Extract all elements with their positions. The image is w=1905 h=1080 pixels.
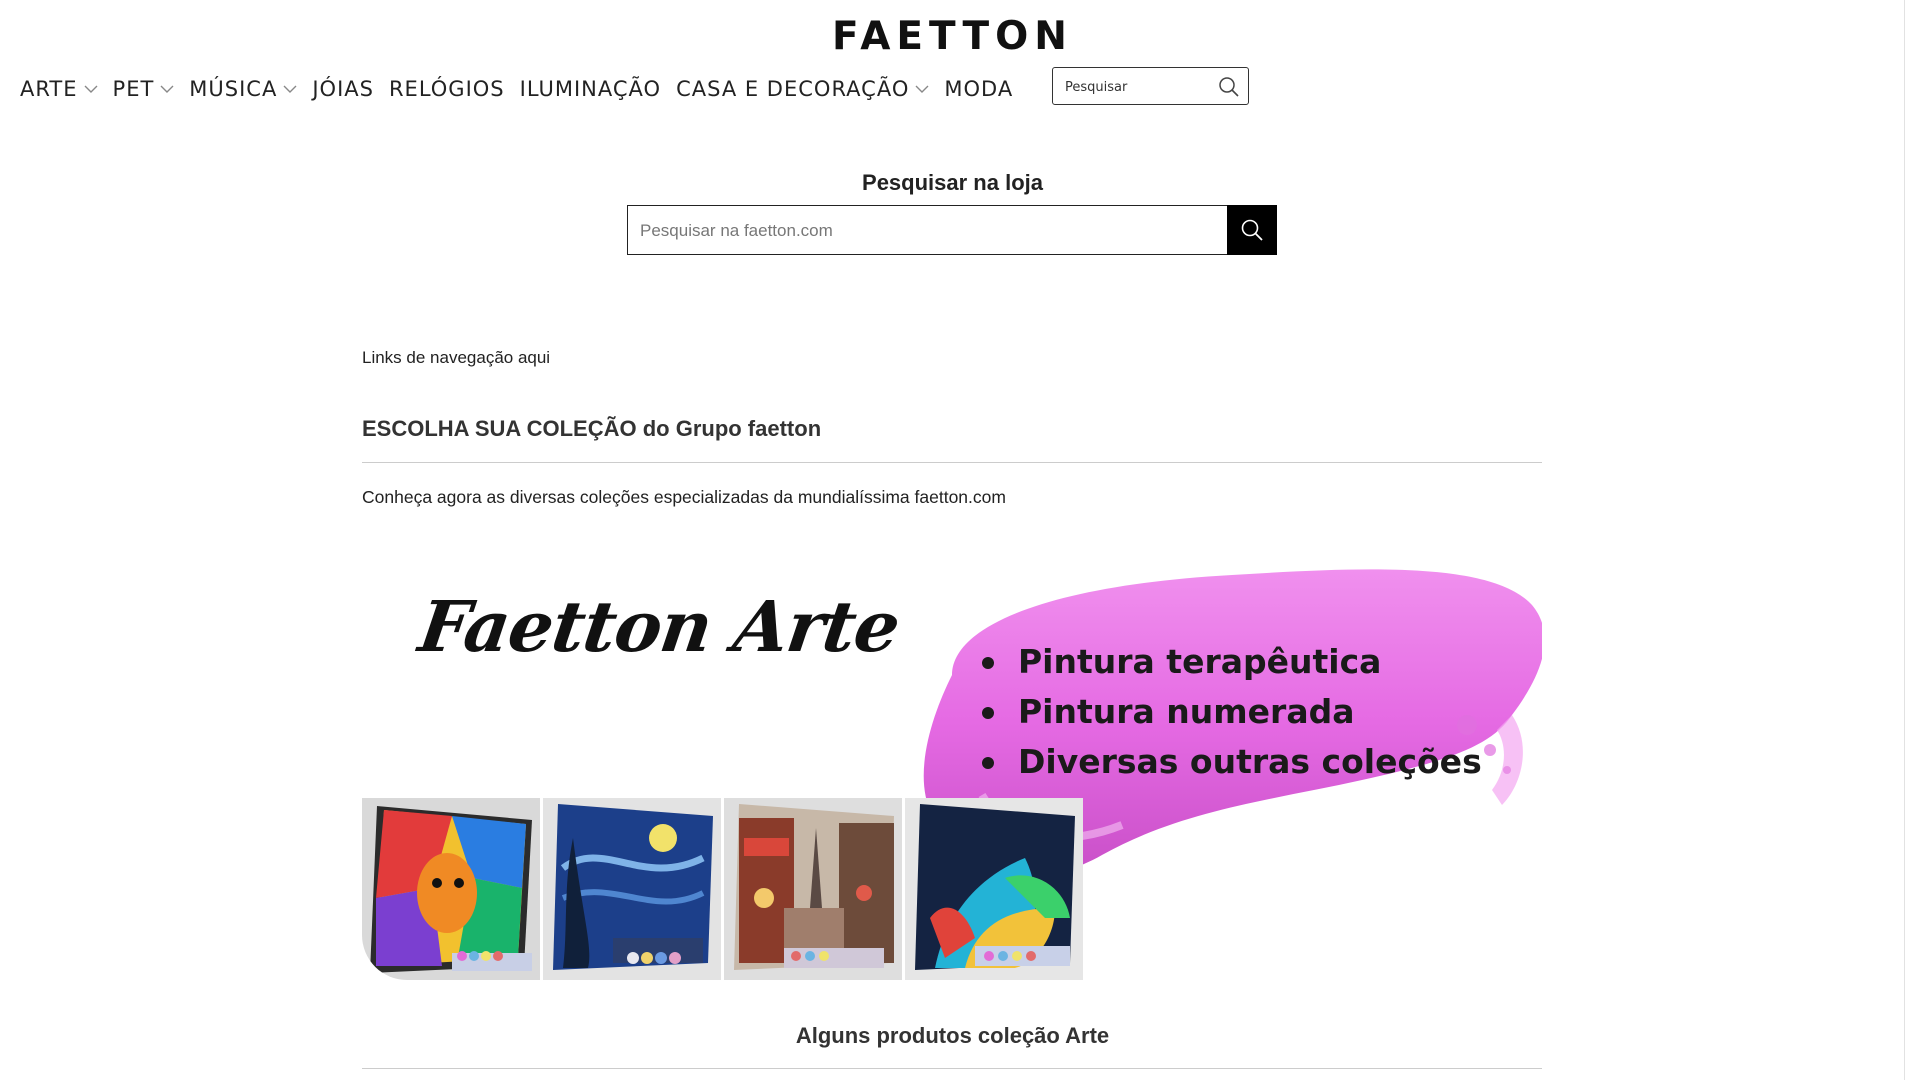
- nav-item-relogios[interactable]: RELÓGIOS: [389, 77, 505, 101]
- nav-item-label: MÚSICA: [189, 77, 278, 101]
- nav-item-arte[interactable]: ARTE: [20, 77, 98, 101]
- nav-item-iluminacao[interactable]: ILUMINAÇÃO: [520, 77, 661, 101]
- search-icon: [1241, 219, 1263, 241]
- divider: [362, 1068, 1542, 1069]
- feature-item: Pintura terapêutica: [982, 637, 1482, 687]
- chevron-down-icon: [160, 85, 174, 93]
- header-search-input[interactable]: [1063, 68, 1217, 106]
- breadcrumb[interactable]: Links de navegação aqui: [362, 348, 1542, 368]
- nav-item-pet[interactable]: PET: [113, 77, 175, 101]
- nav-item-label: JÓIAS: [312, 77, 374, 101]
- paris-street-painting-thumbnail: [724, 798, 902, 980]
- collection-title: ESCOLHA SUA COLEÇÃO do Grupo faetton: [362, 416, 822, 441]
- site-logo[interactable]: FAETTON: [0, 14, 1905, 59]
- parrot-painting-thumbnail: [905, 798, 1083, 980]
- lion-painting-thumbnail: [362, 798, 540, 980]
- store-search-input[interactable]: [638, 206, 1222, 256]
- search-icon[interactable]: [1218, 76, 1240, 98]
- section-title: Alguns produtos coleção Arte: [795, 1023, 1110, 1048]
- feature-item: Diversas outras coleções: [982, 737, 1482, 787]
- brand-logo-text: Faetton Arte: [414, 585, 905, 668]
- lion-painting-image: [362, 798, 540, 980]
- nav-item-casa-e-decoracao[interactable]: CASA E DECORAÇÃO: [676, 77, 929, 101]
- store-search: [627, 205, 1277, 256]
- nav-item-label: RELÓGIOS: [388, 77, 505, 101]
- chevron-down-icon: [84, 85, 98, 93]
- arte-collection-banner[interactable]: Faetton Arte Pintura terapêutica Pintura…: [362, 565, 1542, 980]
- nav-item-label: PET: [112, 77, 155, 101]
- search-button[interactable]: [1227, 205, 1277, 255]
- header-search: [1052, 67, 1249, 106]
- nav-item-label: CASA E DECORAÇÃO: [676, 77, 910, 101]
- parrot-painting-image: [905, 798, 1083, 980]
- starry-night-painting-thumbnail: [543, 798, 721, 980]
- nav-item-label: ARTE: [20, 77, 78, 101]
- feature-item: Pintura numerada: [982, 687, 1482, 737]
- starry-night-painting-image: [543, 798, 721, 980]
- nav-item-label: MODA: [944, 77, 1014, 101]
- paris-street-painting-image: [724, 798, 902, 980]
- chevron-down-icon: [283, 85, 297, 93]
- nav-item-label: ILUMINAÇÃO: [519, 77, 662, 101]
- chevron-down-icon: [915, 85, 929, 93]
- collection-description: Conheça agora as diversas coleções espec…: [362, 487, 1006, 507]
- divider: [362, 462, 1542, 463]
- main-nav: ARTE PET MÚSICA JÓIAS RELÓGIOS ILUMINAÇÃ…: [20, 74, 1028, 104]
- nav-item-musica[interactable]: MÚSICA: [189, 77, 297, 101]
- nav-item-moda[interactable]: MODA: [944, 77, 1013, 101]
- search-title: Pesquisar na loja: [862, 170, 1043, 195]
- feature-list: Pintura terapêutica Pintura numerada Div…: [982, 637, 1482, 787]
- nav-item-joias[interactable]: JÓIAS: [312, 77, 374, 101]
